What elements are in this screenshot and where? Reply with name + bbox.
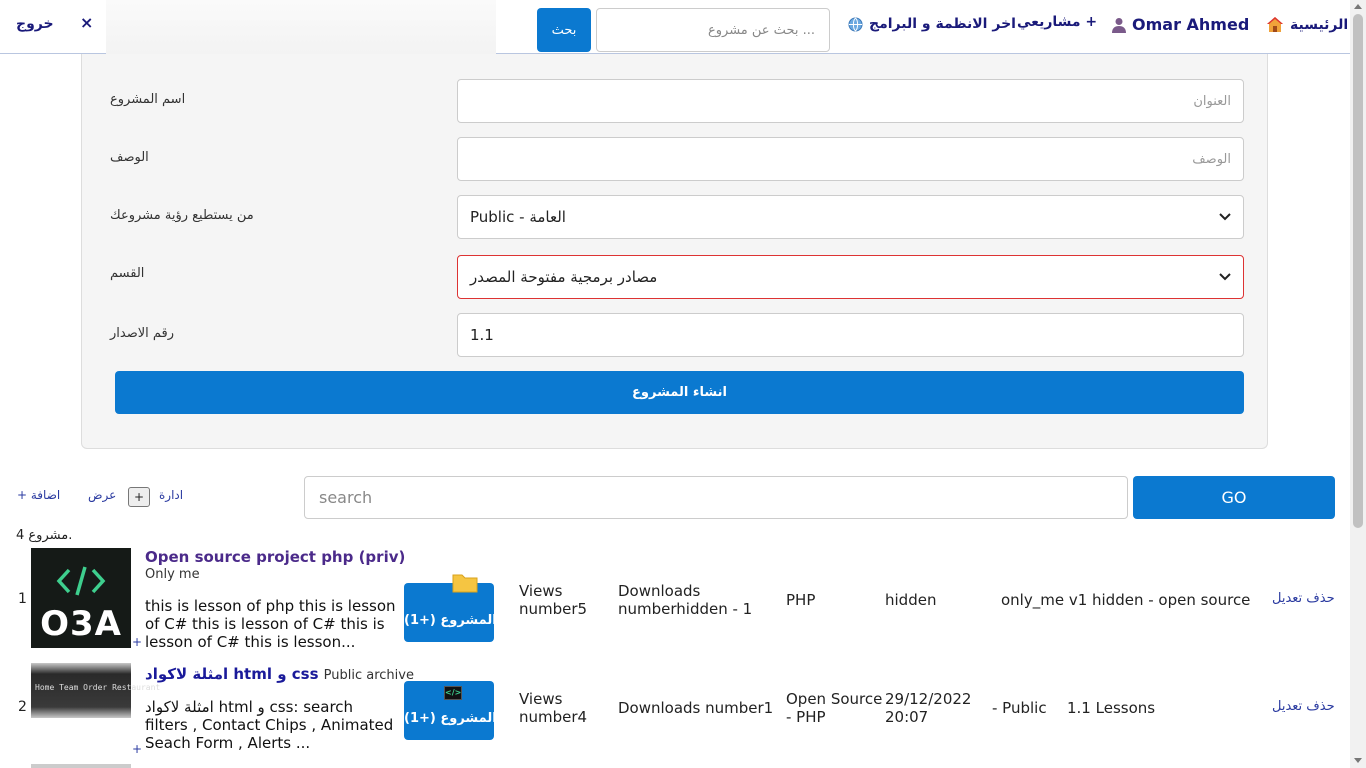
chevron-down-icon [1219,213,1231,221]
my-projects-link[interactable]: مشاريعي + [1017,14,1097,30]
close-icon[interactable]: × [80,13,93,32]
project-subtitle: Only me [145,567,200,582]
project-description: this is lesson of php this is lesson of … [145,597,396,651]
project-title-link[interactable]: امثلة لاكواد html و css [145,665,319,683]
category-label: القسم [110,266,145,281]
visibility-value: Public - العامة [470,208,566,226]
project-open-button[interactable]: </> المشروع (+1) [404,681,497,740]
visibility-select[interactable]: Public - العامة [457,195,1244,239]
project-thumbnail[interactable]: O3A [31,548,131,648]
scrollbar-thumb[interactable] [1353,14,1363,528]
user-icon [1112,17,1126,33]
search-input[interactable]: ... بحث عن مشروع [596,8,830,52]
project-title-link[interactable]: Open source project php (priv) [145,548,405,566]
delete-edit-links[interactable]: حذف تعديل [1272,699,1335,714]
globe-icon [848,16,863,32]
project-language: PHP [786,591,816,609]
category-value: مصادر برمجية مفتوحة المصدر [470,268,658,286]
row-number: 1 [18,591,27,607]
house-icon [1267,17,1283,32]
create-project-button[interactable]: انشاء المشروع [115,371,1244,414]
downloads-count: Downloads numberhidden - 1 [618,582,753,618]
project-name-input[interactable]: العنوان [457,79,1244,123]
chevron-down-icon [1219,273,1231,281]
view-link[interactable]: عرض [88,488,116,502]
folder-icon [452,574,478,593]
description-input[interactable]: الوصف [457,137,1244,181]
banner-placeholder [106,0,496,54]
manage-link[interactable]: ادارة [159,488,183,502]
user-profile-link[interactable]: Omar Ahmed [1112,15,1249,34]
scroll-down-arrow[interactable] [1354,758,1362,763]
downloads-count: Downloads number1 [618,699,774,717]
code-thumb-icon: </> [444,686,462,700]
project-thumbnail[interactable]: Home Team Order Restaurant [31,663,160,718]
project-count: 4 مشروع. [16,528,73,543]
latest-systems-link[interactable]: اخر الانظمة و البرامج [848,16,1016,32]
project-lessons: 1.1 Lessons [1067,699,1156,717]
logout-link[interactable]: خروج [16,16,54,32]
version-input[interactable]: 1.1 [457,313,1244,357]
page-scrollbar[interactable] [1350,0,1366,768]
visibility-label: من يستطيع رؤية مشروعك [110,208,254,223]
project-open-button[interactable]: المشروع (+1) [404,574,497,642]
project-description: امثلة لاكواد html و css: search filters … [145,698,394,752]
project-thumbnail[interactable] [31,764,131,768]
version-label: رقم الاصدار [110,326,175,341]
delete-edit-links[interactable]: حذف تعديل [1272,591,1335,606]
search-button[interactable]: بحث [537,8,591,52]
project-name-label: اسم المشروع [110,92,186,107]
project-search-input[interactable]: search [304,476,1128,519]
scroll-up-arrow[interactable] [1354,4,1362,9]
views-count: Views number5 [519,582,588,618]
project-lessons: hidden - open source [1092,591,1251,609]
thumbnail-text: Home Team Order Restaurant [35,683,161,692]
plus-link[interactable]: + [132,742,142,756]
row-number: 2 [18,699,27,715]
project-date: hidden [885,591,937,609]
thumbnail-text: O3A [40,604,122,644]
description-label: الوصف [110,150,149,165]
home-link[interactable]: الرئيسية [1266,16,1348,33]
category-select[interactable]: مصادر برمجية مفتوحة المصدر [457,255,1244,299]
plus-link[interactable]: + [132,635,142,649]
top-navbar: خروج × بحث ... بحث عن مشروع اخر الانظمة … [0,0,1350,54]
add-project-link[interactable]: + اضافة [17,488,60,502]
project-title-group: امثلة لاكواد html و css Public archive [145,664,414,683]
project-subtitle: Public archive [323,668,414,683]
project-visibility: - Public [992,699,1047,717]
project-language: Open Source - PHP [786,690,883,726]
project-visibility: only_me v1 [1001,591,1088,609]
go-button[interactable]: GO [1133,476,1335,519]
expand-toggle[interactable]: + [128,487,150,507]
views-count: Views number4 [519,690,588,726]
project-date: 29/12/2022 20:07 [885,690,972,726]
